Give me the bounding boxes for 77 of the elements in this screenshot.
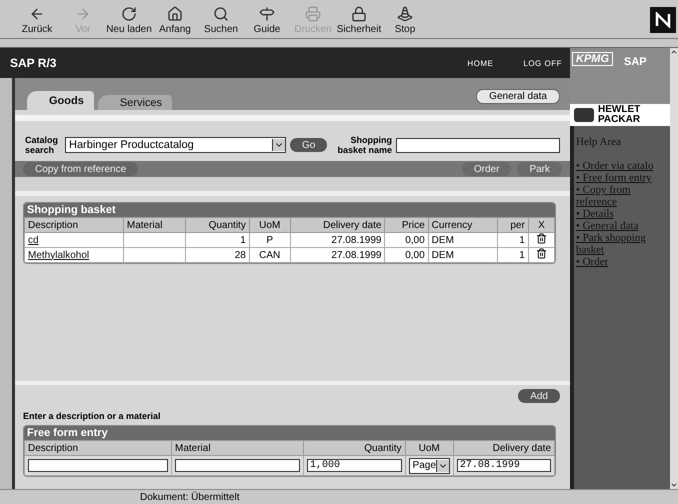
date-field[interactable]: 27.08.1999 bbox=[456, 459, 551, 472]
column-header: X bbox=[528, 218, 554, 232]
column-header: Material bbox=[123, 218, 186, 232]
reload-icon bbox=[121, 6, 137, 22]
status-text: Dokument: Übermittelt bbox=[140, 492, 240, 502]
app-title: SAP R/3 bbox=[10, 56, 56, 70]
panel-title: Free form entry bbox=[24, 426, 555, 440]
house-icon bbox=[167, 6, 183, 22]
search-icon bbox=[213, 6, 229, 22]
column-header: Price bbox=[384, 218, 428, 232]
table-cell: 0,00 bbox=[384, 232, 428, 248]
signpost-icon bbox=[259, 6, 275, 22]
scroll-up-icon[interactable] bbox=[670, 48, 678, 56]
traffic-cone-icon bbox=[397, 6, 413, 22]
general-data-button[interactable]: General data bbox=[476, 89, 560, 104]
uom-select[interactable]: Page bbox=[408, 458, 450, 474]
toolbar-button[interactable]: Guide bbox=[244, 2, 290, 38]
toolbar-button[interactable]: Neu laden bbox=[106, 2, 152, 38]
column-header: Quantity bbox=[304, 440, 406, 456]
toolbar-button[interactable]: Sicherheit bbox=[336, 2, 382, 38]
table-cell: 1 bbox=[185, 232, 250, 248]
kpmg-logo: KPMG bbox=[572, 52, 613, 66]
column-header: Delivery date bbox=[453, 440, 554, 456]
table-cell: 28 bbox=[185, 248, 250, 262]
column-header: UoM bbox=[249, 218, 290, 232]
hint-text: Enter a description or a material bbox=[22, 410, 162, 423]
table-cell: 27.08.1999 bbox=[290, 248, 385, 262]
quantity-field[interactable]: 1,000 bbox=[307, 459, 402, 472]
toolbar-button[interactable]: Anfang bbox=[152, 2, 198, 38]
go-button[interactable]: Go bbox=[290, 138, 328, 152]
hp-logo-icon bbox=[574, 108, 594, 122]
column-header: Quantity bbox=[185, 218, 250, 232]
basket-name-field[interactable] bbox=[396, 138, 560, 152]
panel-title: Shopping basket bbox=[24, 203, 555, 217]
table-cell: 1 bbox=[497, 248, 528, 262]
table-cell: 0,00 bbox=[384, 248, 428, 262]
description-field[interactable] bbox=[28, 459, 168, 472]
column-header: Currency bbox=[428, 218, 498, 232]
add-button[interactable]: Add bbox=[518, 389, 560, 403]
tab[interactable]: Services bbox=[98, 95, 172, 110]
toolbar-button[interactable]: Stop bbox=[382, 2, 428, 38]
column-header: Delivery date bbox=[290, 218, 385, 232]
table-cell: DEM bbox=[428, 232, 498, 248]
table-cell: 27.08.1999 bbox=[290, 232, 385, 248]
column-header: UoM bbox=[405, 440, 454, 456]
table-cell: DEM bbox=[428, 248, 498, 262]
padlock-icon bbox=[351, 6, 367, 22]
action-button[interactable]: Order bbox=[462, 162, 512, 176]
toolbar-button[interactable]: Zurück bbox=[14, 2, 60, 38]
column-header: per bbox=[497, 218, 528, 232]
copy-button[interactable]: Copy from reference bbox=[23, 162, 138, 176]
scrollbar[interactable] bbox=[670, 48, 678, 489]
hp-logo-text: HEWLET PACKAR bbox=[598, 105, 640, 125]
column-header: Description bbox=[24, 440, 172, 456]
scroll-down-icon[interactable] bbox=[670, 481, 678, 489]
catalog-select[interactable]: Harbinger Productcatalog bbox=[65, 137, 286, 153]
trash-icon[interactable] bbox=[536, 248, 547, 259]
basket-name-label: Shopping basket name bbox=[336, 135, 392, 155]
column-header: Material bbox=[172, 440, 304, 456]
trash-icon[interactable] bbox=[536, 233, 547, 244]
item-link[interactable]: cd bbox=[28, 234, 39, 246]
column-header: Description bbox=[24, 218, 124, 232]
action-button[interactable]: Park bbox=[517, 162, 562, 176]
printer-icon bbox=[305, 6, 321, 22]
header-link[interactable]: LOG OFF bbox=[523, 58, 562, 68]
toolbar-button[interactable]: Suchen bbox=[198, 2, 244, 38]
browser-logo bbox=[650, 7, 676, 33]
table-cell: CAN bbox=[249, 248, 290, 262]
catalog-label: Catalog search bbox=[25, 135, 60, 155]
header-link[interactable]: HOME bbox=[467, 58, 494, 68]
material-field[interactable] bbox=[175, 459, 300, 472]
tab[interactable]: Goods bbox=[27, 91, 94, 110]
forward-arrow-icon bbox=[75, 6, 91, 22]
table-cell: 1 bbox=[497, 232, 528, 248]
sap-logo: SAP bbox=[624, 56, 647, 68]
help-title: Help Area bbox=[576, 136, 622, 148]
table-cell: P bbox=[249, 232, 290, 248]
